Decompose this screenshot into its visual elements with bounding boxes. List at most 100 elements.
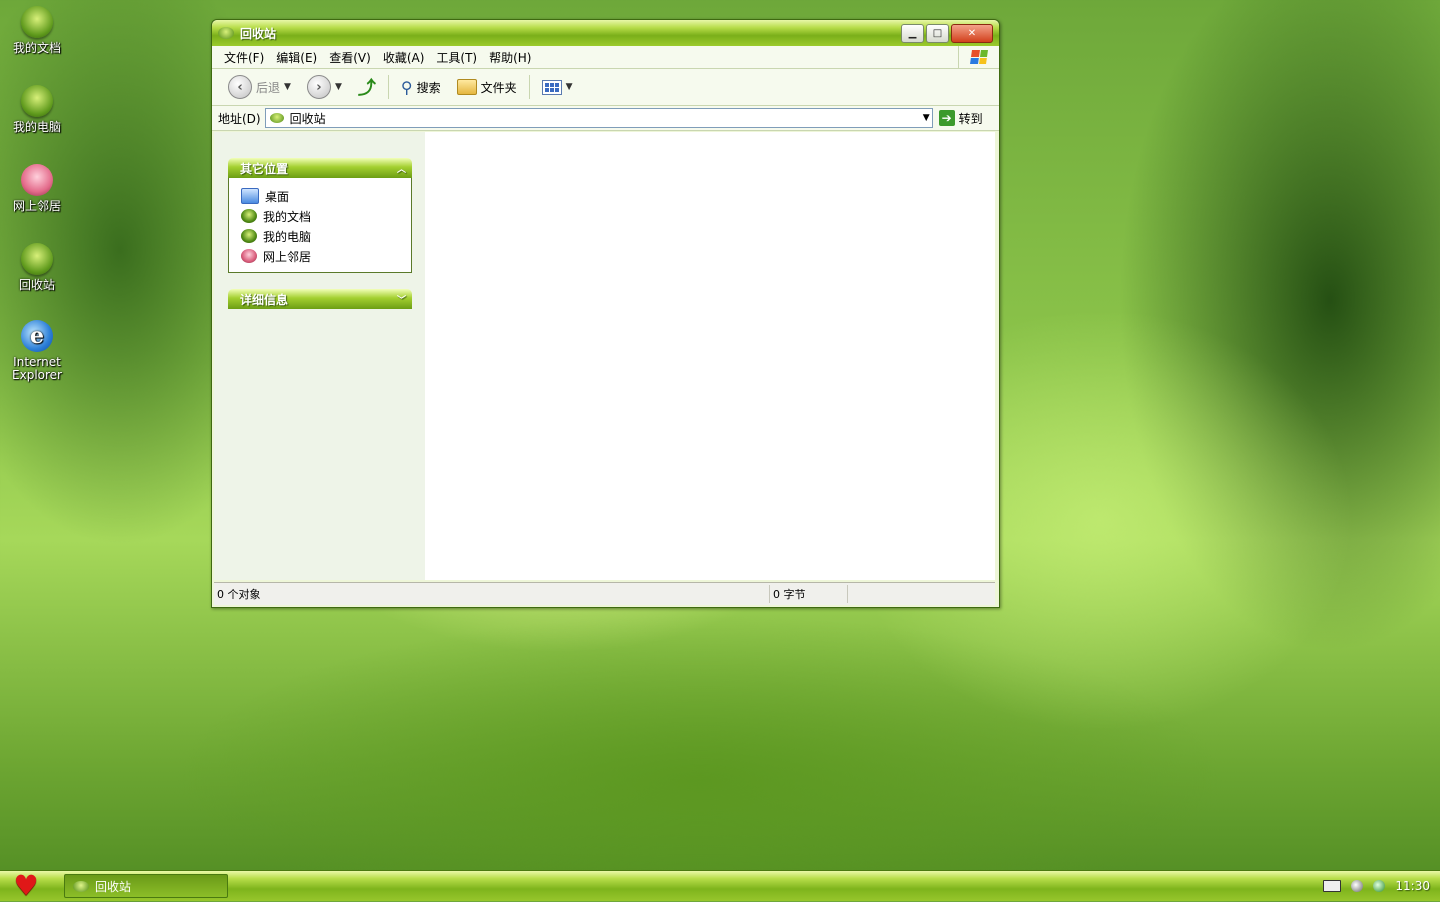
toolbar-separator [387, 75, 389, 99]
desktop-icon-network-places[interactable]: 网上邻居 [4, 164, 70, 213]
place-label: 网上邻居 [263, 249, 312, 264]
place-label: 桌面 [265, 189, 290, 204]
chevron-down-icon: ▼ [565, 82, 573, 92]
other-places-title: 其它位置 [240, 161, 289, 176]
keyboard-icon[interactable] [1323, 880, 1342, 892]
desktop-icon-label: 回收站 [18, 278, 55, 292]
maximize-button[interactable]: □ [926, 23, 949, 43]
start-button[interactable]: ♥ [4, 869, 48, 902]
back-label: 后退 [256, 80, 281, 95]
close-icon: ✕ [967, 27, 977, 39]
folders-button[interactable]: 文件夹 [451, 73, 523, 101]
forward-arrow-icon: › [306, 75, 331, 99]
recycle-bin-icon [73, 880, 89, 892]
desktop-icon-internet-explorer[interactable]: e Internet Explorer [4, 320, 70, 382]
windows-flag-icon [970, 50, 988, 64]
search-icon: ⚲ [400, 77, 413, 97]
network-places-icon [241, 249, 257, 263]
my-documents-icon [241, 209, 257, 223]
volume-icon[interactable] [1351, 880, 1364, 892]
menu-edit[interactable]: 编辑(E) [270, 49, 323, 66]
go-label: 转到 [958, 111, 983, 126]
chevron-down-icon[interactable]: ▼ [335, 82, 342, 92]
views-icon [541, 79, 562, 95]
address-value: 回收站 [289, 111, 326, 126]
other-places-panel: 其它位置 ︿ 桌面 我的文档 我的电脑 网上邻居 [228, 158, 412, 273]
place-label: 我的电脑 [263, 229, 312, 244]
forward-button[interactable]: › ▼ [301, 73, 348, 101]
search-button[interactable]: ⚲ 搜索 [395, 73, 447, 101]
internet-explorer-icon: e [21, 320, 53, 352]
status-size: 0 字节 [770, 585, 848, 603]
folders-label: 文件夹 [480, 80, 517, 95]
window-title: 回收站 [240, 26, 277, 41]
go-arrow-icon: ➔ [938, 110, 955, 126]
desktop-icon-label-line1: Internet [13, 355, 61, 369]
status-zone [848, 585, 995, 603]
toolbar-separator [528, 75, 530, 99]
details-header[interactable]: 详细信息 ﹀ [228, 289, 412, 309]
address-label: 地址(D) [218, 111, 261, 126]
desktop-icon-label-line2: Explorer [12, 368, 62, 382]
go-button[interactable]: ➔ 转到 [938, 110, 983, 127]
menu-bar: 文件(F) 编辑(E) 查看(V) 收藏(A) 工具(T) 帮助(H) [212, 46, 999, 69]
desktop-icon-my-computer[interactable]: 我的电脑 [4, 85, 70, 134]
details-panel: 详细信息 ﹀ [228, 289, 412, 309]
standard-toolbar: ‹ 后退 ▼ › ▼ ⤴ ⚲ 搜索 文件夹 ▼ [212, 69, 999, 106]
chevron-down-icon[interactable]: ▼ [923, 109, 930, 127]
content-area: 其它位置 ︿ 桌面 我的文档 我的电脑 网上邻居 详细信息 ﹀ [214, 132, 995, 580]
menu-file[interactable]: 文件(F) [218, 49, 270, 66]
search-label: 搜索 [416, 80, 441, 95]
desktop-icon-my-documents[interactable]: 我的文档 [4, 6, 70, 55]
views-button[interactable]: ▼ [536, 73, 579, 101]
windows-logo [958, 46, 999, 68]
up-folder-icon: ⤴ [357, 78, 376, 99]
taskbar-button-recycle-bin[interactable]: 回收站 [64, 874, 228, 898]
address-input[interactable]: 回收站 ▼ [264, 108, 933, 128]
back-button[interactable]: ‹ 后退 ▼ [222, 73, 297, 101]
system-tray: 11:30 [1313, 871, 1440, 901]
recycle-bin-window: 回收站 ▁ □ ✕ 文件(F) 编辑(E) 查看(V) 收藏(A) 工具(T) … [211, 19, 1000, 608]
folder-icon [456, 79, 477, 95]
heart-start-icon: ♥ [13, 869, 39, 902]
task-pane: 其它位置 ︿ 桌面 我的文档 我的电脑 网上邻居 详细信息 ﹀ [214, 132, 425, 580]
details-title: 详细信息 [240, 292, 289, 307]
up-folder-button[interactable]: ⤴ [352, 73, 382, 101]
minimize-button[interactable]: ▁ [901, 23, 924, 43]
my-computer-icon [21, 85, 53, 117]
network-tray-icon[interactable] [1373, 880, 1386, 892]
recycle-bin-icon [218, 27, 234, 39]
network-places-icon [21, 164, 53, 196]
place-my-computer[interactable]: 我的电脑 [241, 226, 401, 246]
chevron-down-icon[interactable]: ▼ [284, 82, 291, 92]
status-object-count: 0 个对象 [214, 585, 770, 603]
title-bar[interactable]: 回收站 ▁ □ ✕ [212, 20, 999, 46]
chevron-up-icon: ︿ [396, 164, 406, 175]
place-network-places[interactable]: 网上邻居 [241, 246, 401, 266]
status-bar: 0 个对象 0 字节 [214, 582, 995, 605]
other-places-header[interactable]: 其它位置 ︿ [228, 158, 412, 178]
my-computer-icon [241, 229, 257, 243]
my-documents-icon [21, 6, 53, 38]
desktop-icon-recycle-bin[interactable]: 回收站 [4, 243, 70, 292]
place-my-documents[interactable]: 我的文档 [241, 206, 401, 226]
close-button[interactable]: ✕ [951, 23, 993, 43]
place-label: 我的文档 [263, 209, 312, 224]
menu-view[interactable]: 查看(V) [323, 49, 377, 66]
back-arrow-icon: ‹ [228, 75, 252, 99]
menu-help[interactable]: 帮助(H) [483, 49, 537, 66]
file-list-view[interactable] [425, 132, 995, 580]
menu-tools[interactable]: 工具(T) [430, 49, 483, 66]
window-controls: ▁ □ ✕ [901, 23, 993, 43]
address-bar: 地址(D) 回收站 ▼ ➔ 转到 [212, 106, 999, 131]
taskbar: ♥ 回收站 11:30 [0, 870, 1440, 901]
menu-favorites[interactable]: 收藏(A) [377, 49, 431, 66]
other-places-list: 桌面 我的文档 我的电脑 网上邻居 [228, 178, 412, 273]
desktop-icon-label: 我的电脑 [12, 120, 61, 134]
taskbar-button-label: 回收站 [95, 879, 132, 894]
clock[interactable]: 11:30 [1395, 879, 1430, 893]
recycle-bin-icon [269, 113, 284, 123]
recycle-bin-icon [21, 243, 53, 275]
place-desktop[interactable]: 桌面 [241, 186, 401, 206]
desktop-icon [241, 188, 259, 204]
